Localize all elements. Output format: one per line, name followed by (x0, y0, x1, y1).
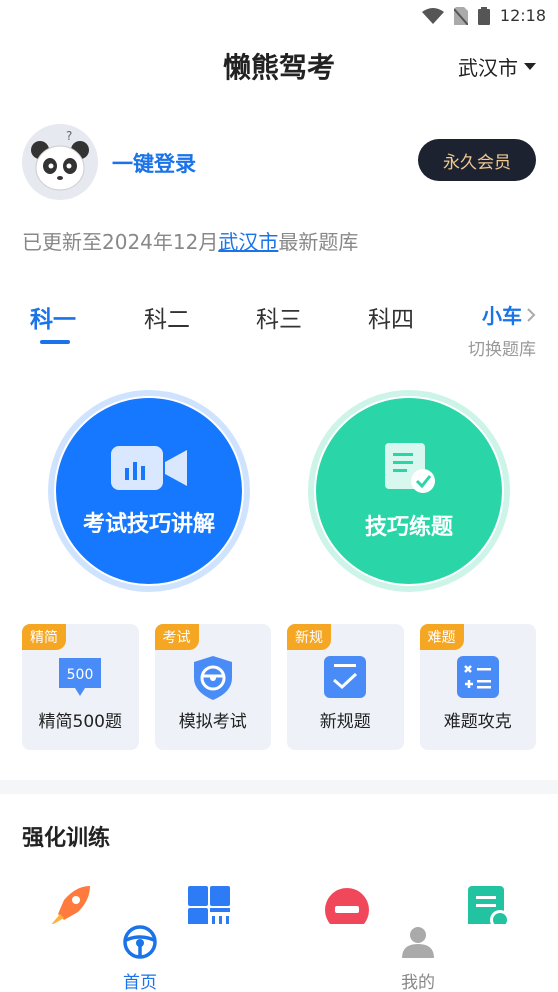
battery-icon (477, 6, 490, 25)
card-mock-exam[interactable]: 考试 模拟考试 (154, 624, 271, 750)
update-prefix: 已更新至2024年12月 (22, 230, 219, 254)
nav-mine[interactable]: 我的 (358, 924, 478, 992)
training-icons-row (0, 884, 558, 924)
switch-question-bank[interactable]: 小车 切换题库 (468, 300, 536, 360)
caret-down-icon (524, 63, 536, 70)
update-suffix: 最新题库 (278, 230, 359, 254)
tab-subject-2[interactable]: 科二 (144, 300, 190, 334)
list-check-icon[interactable] (466, 884, 512, 924)
rocket-icon[interactable] (46, 884, 92, 924)
section-divider (0, 780, 558, 794)
tips-practice-button[interactable]: 技巧练题 (308, 390, 510, 592)
city-selector[interactable]: 武汉市 (458, 52, 536, 81)
subject-tabs: 科一 科二 科三 科四 小车 切换题库 (0, 296, 558, 360)
calculator-icon (456, 656, 499, 698)
app-header: 懒熊驾考 武汉市 (0, 40, 558, 86)
update-city-link[interactable]: 武汉市 (218, 230, 278, 254)
card-hard-questions[interactable]: 难题 难题攻克 (419, 624, 536, 750)
update-info: 已更新至2024年12月武汉市最新题库 (22, 226, 358, 255)
card-label: 新规题 (319, 712, 371, 732)
chevron-right-icon (527, 307, 536, 322)
svg-text:500: 500 (67, 667, 94, 683)
wifi-icon (421, 7, 444, 24)
avatar[interactable]: ? (22, 124, 98, 200)
panda-avatar-icon: ? (22, 124, 98, 200)
city-label: 武汉市 (458, 56, 518, 80)
status-time: 12:18 (499, 6, 546, 25)
switch-bank-label: 切换题库 (468, 340, 536, 360)
500-icon: 500 (59, 658, 102, 696)
exam-tips-label: 考试技巧讲解 (82, 512, 215, 537)
nav-home-label: 首页 (123, 973, 157, 992)
card-500-questions[interactable]: 精简 500 精简500题 (22, 624, 139, 750)
status-bar: 12:18 (0, 0, 558, 32)
vip-membership-button[interactable]: 永久会员 (418, 139, 536, 181)
tab-subject-1[interactable]: 科一 (30, 300, 76, 334)
steering-wheel-icon (123, 925, 157, 959)
bottom-nav: 首页 我的 (0, 924, 558, 992)
card-label: 精简500题 (38, 712, 122, 732)
card-tag: 考试 (154, 624, 199, 650)
svg-text:?: ? (66, 129, 72, 143)
tab-subject-4[interactable]: 科四 (368, 300, 414, 334)
card-label: 模拟考试 (178, 712, 247, 732)
card-new-rules[interactable]: 新规 新规题 (287, 624, 404, 750)
checklist-icon (324, 656, 367, 698)
steering-shield-icon (193, 656, 232, 700)
card-tag: 新规 (287, 624, 331, 650)
tab-subject-3[interactable]: 科三 (256, 300, 302, 334)
profile-section: ? 一键登录 永久会员 (22, 124, 536, 200)
no-sim-icon (453, 6, 468, 25)
section-title: 强化训练 (22, 826, 111, 851)
card-tag: 难题 (419, 624, 464, 650)
nav-home[interactable]: 首页 (80, 924, 200, 992)
card-label: 难题攻克 (443, 712, 512, 732)
video-camera-icon (111, 446, 187, 490)
active-tab-indicator (40, 340, 70, 344)
function-cards: 精简 500 精简500题 考试 模拟考试 新规 新规题 难题 难题攻克 (22, 624, 536, 750)
car-type-label: 小车 (482, 304, 522, 328)
scroll-check-icon (385, 443, 435, 493)
minus-circle-icon[interactable] (324, 884, 370, 924)
tips-practice-label: 技巧练题 (364, 515, 453, 540)
nav-mine-label: 我的 (401, 973, 435, 992)
login-link[interactable]: 一键登录 (112, 148, 196, 178)
exam-tips-video-button[interactable]: 考试技巧讲解 (48, 390, 250, 592)
user-icon (402, 927, 434, 958)
card-tag: 精简 (22, 624, 66, 650)
grid-icon[interactable] (186, 884, 232, 924)
